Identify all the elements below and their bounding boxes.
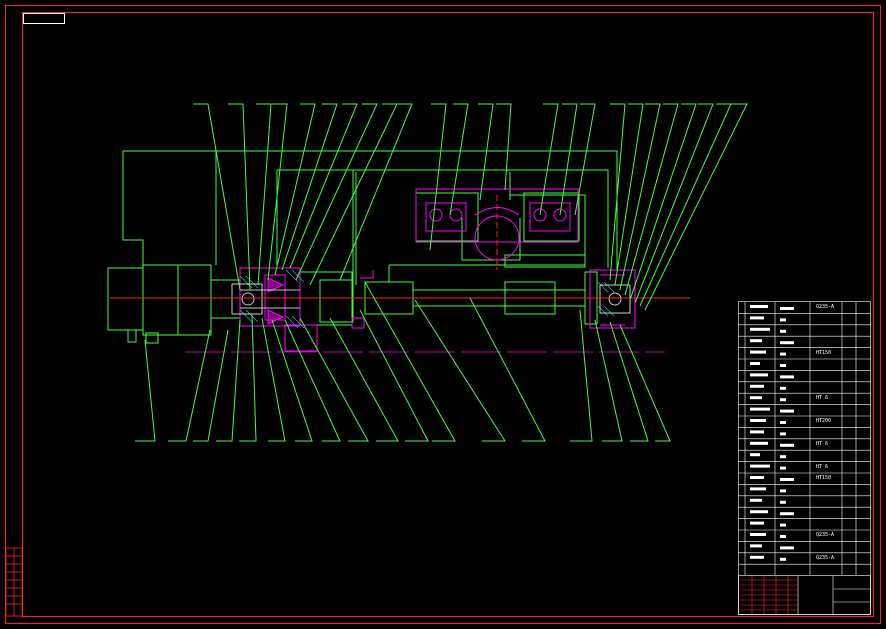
bom-name-block xyxy=(750,419,766,422)
bom-qty-block xyxy=(780,512,794,516)
bom-name-block xyxy=(750,327,770,331)
bom-table xyxy=(738,301,871,615)
bom-qty-block xyxy=(780,375,794,379)
bom-qty-block xyxy=(780,455,786,459)
bom-material-label: HT150 xyxy=(816,349,832,356)
bom-qty-block xyxy=(780,318,786,322)
centerlines xyxy=(110,195,690,299)
bom-qty-block xyxy=(780,364,786,367)
bom-name-block xyxy=(750,305,768,308)
bom-qty-block xyxy=(780,546,794,550)
corner-code-box xyxy=(23,13,65,24)
bom-qty-block xyxy=(780,398,786,402)
bom-name-block xyxy=(750,407,770,411)
bom-qty-block xyxy=(780,352,786,356)
bom-name-block xyxy=(750,555,764,559)
drawing-frame xyxy=(5,5,881,624)
binding-margin-table xyxy=(5,547,23,617)
bom-qty-block xyxy=(780,466,786,470)
bom-name-block xyxy=(750,362,760,365)
bom-material-label: Q235-A xyxy=(816,532,835,538)
bom-text-blocks xyxy=(750,305,794,561)
bom-name-block xyxy=(750,339,762,343)
bom-qty-block xyxy=(780,329,786,333)
leader-lines-top xyxy=(193,103,748,311)
bom-name-block xyxy=(750,441,768,445)
bom-qty-block xyxy=(780,409,794,413)
bom-name-block xyxy=(750,373,768,377)
bom-material-label: Q235-A xyxy=(816,554,835,561)
bom-qty-block xyxy=(780,386,786,390)
bom-name-block xyxy=(750,384,764,388)
bom-name-block xyxy=(750,453,760,457)
bom-qty-block xyxy=(780,307,794,310)
bom-name-block xyxy=(750,464,770,468)
bom-material-label: HT 6 xyxy=(816,440,829,447)
bom-qty-block xyxy=(780,489,786,493)
bom-name-block xyxy=(750,430,764,434)
bom-name-block xyxy=(750,498,762,502)
title-block-grid xyxy=(740,576,798,614)
bom-qty-block xyxy=(780,535,786,538)
bom-name-block xyxy=(750,510,768,514)
bom-qty-block xyxy=(780,557,786,561)
bom-name-block xyxy=(750,533,766,536)
bom-name-block xyxy=(750,316,764,320)
bom-material-label: HT150 xyxy=(816,475,832,481)
bom-material-label: Q235-A xyxy=(816,304,835,310)
bom-name-block xyxy=(750,521,764,525)
bom-name-block xyxy=(750,350,766,354)
bom-qty-block xyxy=(780,341,794,345)
bom-material-label: HT200 xyxy=(816,418,832,424)
bom-qty-block xyxy=(780,500,786,504)
bom-qty-block xyxy=(780,421,786,424)
bom-name-block xyxy=(750,476,764,479)
bom-name-block xyxy=(750,487,766,491)
inner-border xyxy=(22,12,874,617)
bom-name-block xyxy=(750,544,762,548)
cad-drawing xyxy=(5,5,881,624)
part-edges xyxy=(231,283,631,315)
bom-material-label: HT 6 xyxy=(816,395,829,402)
bom-name-block xyxy=(750,396,762,400)
outer-border xyxy=(5,5,881,624)
bom-qty-block xyxy=(780,443,794,447)
bom-qty-block xyxy=(780,523,786,527)
bom-qty-block xyxy=(780,432,786,436)
bom-material-label: HT 6 xyxy=(816,463,829,470)
bom-qty-block xyxy=(780,478,794,481)
